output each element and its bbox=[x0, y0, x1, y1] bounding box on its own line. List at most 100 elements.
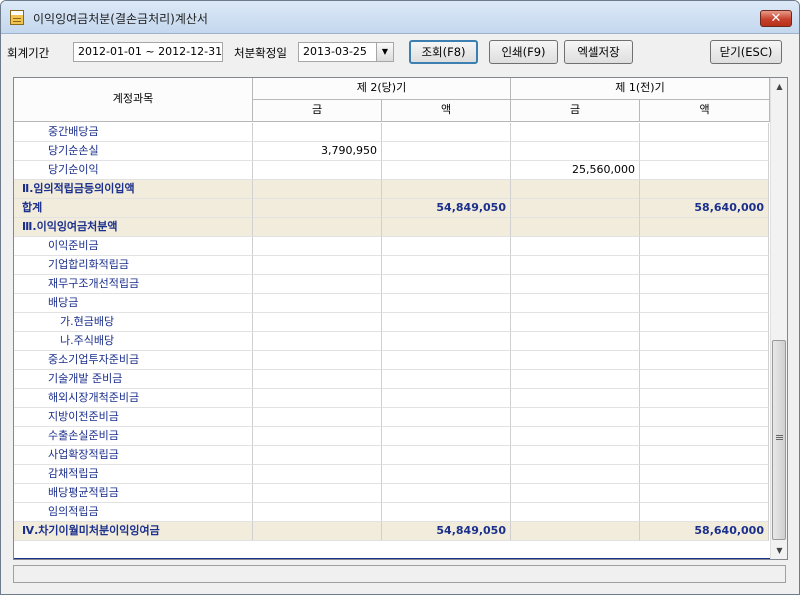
account-cell[interactable]: 나.주식배당 bbox=[14, 332, 253, 351]
amount-cell[interactable]: 3,790,950 bbox=[253, 142, 382, 161]
table-row[interactable]: 사업확장적립금 bbox=[14, 446, 770, 465]
amount-cell[interactable] bbox=[640, 408, 769, 427]
amount-cell[interactable] bbox=[640, 218, 769, 237]
amount-cell[interactable] bbox=[640, 332, 769, 351]
amount-cell[interactable] bbox=[640, 294, 769, 313]
amount-cell[interactable] bbox=[253, 237, 382, 256]
scroll-up-icon[interactable]: ▲ bbox=[771, 78, 787, 95]
account-cell[interactable]: 배당금 bbox=[14, 294, 253, 313]
amount-cell[interactable] bbox=[253, 218, 382, 237]
amount-cell[interactable] bbox=[640, 427, 769, 446]
amount-cell[interactable] bbox=[382, 332, 511, 351]
account-cell[interactable]: Ⅱ.임의적립금등의이입액 bbox=[14, 180, 253, 199]
table-row[interactable]: 당기순이익 25,560,000 bbox=[14, 161, 770, 180]
amount-cell[interactable]: 54,849,050 bbox=[382, 199, 511, 218]
account-cell[interactable]: Ⅳ.차기이월미처분이익잉여금 bbox=[14, 522, 253, 541]
table-row[interactable]: 배당평균적립금 bbox=[14, 484, 770, 503]
account-cell[interactable]: 지방이전준비금 bbox=[14, 408, 253, 427]
amount-cell[interactable] bbox=[382, 275, 511, 294]
amount-cell[interactable] bbox=[253, 484, 382, 503]
amount-cell[interactable] bbox=[511, 484, 640, 503]
amount-cell[interactable] bbox=[253, 313, 382, 332]
amount-cell[interactable] bbox=[511, 275, 640, 294]
table-row[interactable]: 지방이전준비금 bbox=[14, 408, 770, 427]
amount-cell[interactable] bbox=[640, 180, 769, 199]
amount-cell[interactable] bbox=[253, 332, 382, 351]
table-row[interactable]: 기술개발 준비금 bbox=[14, 370, 770, 389]
amount-cell[interactable] bbox=[382, 351, 511, 370]
amount-cell[interactable] bbox=[640, 256, 769, 275]
amount-cell[interactable] bbox=[253, 503, 382, 522]
account-cell[interactable]: 중소기업투자준비금 bbox=[14, 351, 253, 370]
table-row[interactable]: 감채적립금 bbox=[14, 465, 770, 484]
amount-cell[interactable] bbox=[253, 446, 382, 465]
amount-cell[interactable] bbox=[253, 389, 382, 408]
account-cell[interactable]: 배당평균적립금 bbox=[14, 484, 253, 503]
account-cell[interactable]: Ⅲ.이익잉여금처분액 bbox=[14, 218, 253, 237]
account-cell[interactable]: 수출손실준비금 bbox=[14, 427, 253, 446]
amount-cell[interactable] bbox=[253, 408, 382, 427]
account-cell[interactable]: 당기순이익 bbox=[14, 161, 253, 180]
amount-cell[interactable] bbox=[640, 313, 769, 332]
account-cell[interactable]: 이익준비금 bbox=[14, 237, 253, 256]
amount-cell[interactable] bbox=[382, 370, 511, 389]
table-row[interactable]: 수출손실준비금 bbox=[14, 427, 770, 446]
amount-cell[interactable] bbox=[382, 123, 511, 142]
amount-cell[interactable] bbox=[640, 237, 769, 256]
amount-cell[interactable] bbox=[640, 161, 769, 180]
account-cell[interactable]: 합계 bbox=[14, 199, 253, 218]
amount-cell[interactable] bbox=[511, 237, 640, 256]
amount-cell[interactable] bbox=[382, 313, 511, 332]
amount-cell[interactable] bbox=[382, 389, 511, 408]
amount-cell[interactable] bbox=[640, 465, 769, 484]
table-row[interactable]: 이익준비금 bbox=[14, 237, 770, 256]
excel-export-button[interactable]: 엑셀저장 bbox=[564, 40, 633, 64]
close-button[interactable]: 닫기(ESC) bbox=[710, 40, 782, 64]
amount-cell[interactable] bbox=[253, 522, 382, 541]
amount-cell[interactable] bbox=[253, 427, 382, 446]
table-row[interactable]: 해외시장개척준비금 bbox=[14, 389, 770, 408]
table-row[interactable]: 기업합리화적립금 bbox=[14, 256, 770, 275]
amount-cell[interactable] bbox=[511, 446, 640, 465]
amount-cell[interactable] bbox=[382, 294, 511, 313]
amount-cell[interactable] bbox=[253, 275, 382, 294]
account-cell[interactable]: 해외시장개척준비금 bbox=[14, 389, 253, 408]
amount-cell[interactable] bbox=[511, 199, 640, 218]
amount-cell[interactable] bbox=[640, 370, 769, 389]
vertical-scrollbar[interactable]: ▲ ▼ bbox=[770, 78, 787, 559]
amount-cell[interactable] bbox=[382, 256, 511, 275]
period-field[interactable]: 2012-01-01 ~ 2012-12-31 bbox=[73, 42, 223, 62]
account-cell[interactable]: 임의적립금 bbox=[14, 503, 253, 522]
amount-cell[interactable] bbox=[511, 503, 640, 522]
amount-cell[interactable] bbox=[511, 370, 640, 389]
amount-cell[interactable] bbox=[253, 180, 382, 199]
account-cell[interactable]: 중간배당금 bbox=[14, 123, 253, 142]
amount-cell[interactable] bbox=[253, 123, 382, 142]
amount-cell[interactable] bbox=[511, 332, 640, 351]
amount-cell[interactable] bbox=[382, 218, 511, 237]
amount-cell[interactable] bbox=[253, 294, 382, 313]
amount-cell[interactable] bbox=[511, 256, 640, 275]
amount-cell[interactable]: 58,640,000 bbox=[640, 199, 769, 218]
account-cell[interactable]: 사업확장적립금 bbox=[14, 446, 253, 465]
table-row[interactable]: 배당금 bbox=[14, 294, 770, 313]
account-cell[interactable]: 기업합리화적립금 bbox=[14, 256, 253, 275]
amount-cell[interactable] bbox=[253, 370, 382, 389]
amount-cell[interactable] bbox=[382, 465, 511, 484]
amount-cell[interactable] bbox=[511, 180, 640, 199]
scroll-down-icon[interactable]: ▼ bbox=[771, 542, 787, 559]
amount-cell[interactable] bbox=[382, 427, 511, 446]
window-close-button[interactable]: ✕ bbox=[760, 10, 792, 27]
account-cell[interactable]: 기술개발 준비금 bbox=[14, 370, 253, 389]
amount-cell[interactable] bbox=[640, 484, 769, 503]
table-row[interactable]: 중소기업투자준비금 bbox=[14, 351, 770, 370]
amount-cell[interactable] bbox=[382, 408, 511, 427]
print-button[interactable]: 인쇄(F9) bbox=[489, 40, 558, 64]
amount-cell[interactable] bbox=[640, 389, 769, 408]
table-row[interactable]: Ⅱ.임의적립금등의이입액 bbox=[14, 180, 770, 199]
amount-cell[interactable] bbox=[511, 351, 640, 370]
amount-cell[interactable] bbox=[511, 408, 640, 427]
account-cell[interactable]: 재무구조개선적립금 bbox=[14, 275, 253, 294]
amount-cell[interactable] bbox=[511, 142, 640, 161]
amount-cell[interactable] bbox=[253, 161, 382, 180]
